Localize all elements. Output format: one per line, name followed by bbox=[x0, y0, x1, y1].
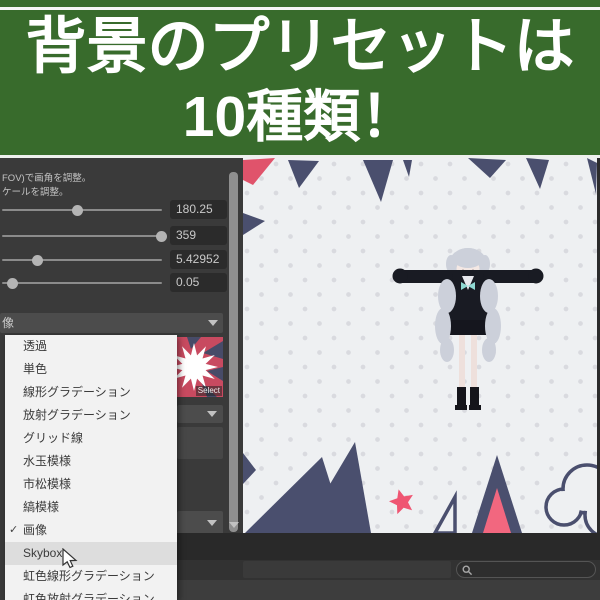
scale-slider[interactable] bbox=[2, 254, 162, 266]
help-text-scale: ケールを調整。 bbox=[2, 187, 69, 198]
toolbar-field[interactable] bbox=[243, 561, 451, 578]
menu-item-rainbow-radial-gradient[interactable]: 虹色放射グラデーション bbox=[5, 588, 177, 600]
rotation-slider[interactable] bbox=[2, 230, 167, 242]
navy-triangle bbox=[243, 453, 256, 484]
search-icon bbox=[462, 565, 473, 576]
menu-item-label: 画像 bbox=[23, 523, 48, 537]
panel-box bbox=[177, 427, 223, 459]
navy-triangle bbox=[363, 160, 393, 202]
navy-triangle bbox=[468, 158, 506, 178]
secondary-dropdown[interactable] bbox=[177, 405, 223, 423]
tertiary-dropdown[interactable] bbox=[177, 511, 223, 535]
banner-top-line bbox=[0, 7, 600, 10]
cloud-outline bbox=[544, 463, 597, 533]
mouse-cursor-icon bbox=[62, 548, 78, 569]
rotation-value-field[interactable]: 359 bbox=[170, 226, 227, 245]
chevron-down-icon bbox=[207, 520, 217, 526]
banner-title-line2: 10種類！ bbox=[182, 85, 418, 149]
background-type-dropdown[interactable]: 像 bbox=[0, 313, 223, 333]
fov-value-field[interactable]: 180.25 bbox=[170, 200, 227, 219]
pink-triangle bbox=[243, 158, 275, 185]
chevron-down-icon bbox=[208, 320, 218, 326]
menu-item-skybox[interactable]: Skybox bbox=[5, 542, 177, 565]
scale-value-field[interactable]: 5.42952 bbox=[170, 250, 227, 269]
menu-item-image[interactable]: ✓ 画像 bbox=[5, 519, 177, 542]
checkmark-icon: ✓ bbox=[9, 524, 19, 536]
navy-triangle bbox=[587, 158, 597, 194]
scroll-down-chevron-icon[interactable] bbox=[229, 522, 239, 528]
help-text-fov: FOV)で画角を調整。 bbox=[2, 173, 92, 184]
background-decorations bbox=[243, 158, 597, 533]
menu-item-rainbow-linear-gradient[interactable]: 虹色線形グラデーション bbox=[5, 565, 177, 588]
fov-slider-thumb[interactable] bbox=[72, 204, 83, 216]
fov-slider[interactable] bbox=[2, 204, 162, 216]
app-window: FOV)で画角を調整。 ケールを調整。 180.25 359 5.42952 0… bbox=[0, 158, 600, 600]
menu-item-polka-dot[interactable]: 水玉模様 bbox=[5, 450, 177, 473]
menu-item-solid-color[interactable]: 単色 bbox=[5, 358, 177, 381]
menu-item-linear-gradient[interactable]: 線形グラデーション bbox=[5, 381, 177, 404]
navy-triangle bbox=[526, 158, 549, 189]
bottom-status-bar bbox=[177, 580, 600, 600]
offset-slider[interactable] bbox=[2, 277, 162, 289]
scale-slider-thumb[interactable] bbox=[32, 254, 43, 266]
navy-triangle bbox=[403, 160, 412, 177]
menu-item-transparent[interactable]: 透過 bbox=[5, 335, 177, 358]
menu-item-stripes[interactable]: 縞模様 bbox=[5, 496, 177, 519]
pink-star bbox=[389, 489, 413, 515]
banner-title-line1: 背景のプリセットは bbox=[25, 12, 575, 80]
navy-triangle bbox=[243, 213, 265, 235]
menu-item-radial-gradient[interactable]: 放射グラデーション bbox=[5, 404, 177, 427]
outline-triangle bbox=[432, 490, 457, 533]
bottom-dark-bar bbox=[177, 533, 600, 560]
background-preset-menu: 透過 単色 線形グラデーション 放射グラデーション グリッド線 水玉模様 市松模… bbox=[5, 335, 177, 600]
offset-slider-thumb[interactable] bbox=[7, 277, 18, 289]
offset-value-field[interactable]: 0.05 bbox=[170, 273, 227, 292]
search-input[interactable] bbox=[456, 561, 596, 578]
panel-scrollbar[interactable] bbox=[229, 172, 238, 532]
background-type-label: 像 bbox=[2, 316, 15, 330]
menu-item-grid-lines[interactable]: グリッド線 bbox=[5, 427, 177, 450]
rotation-slider-thumb[interactable] bbox=[156, 230, 167, 242]
navy-triangle bbox=[288, 160, 319, 188]
character-model bbox=[392, 248, 544, 410]
title-banner: 背景のプリセットは 10種類！ bbox=[0, 0, 600, 155]
chevron-down-icon bbox=[207, 411, 217, 417]
scene-viewport bbox=[243, 158, 597, 533]
background-image-thumbnail[interactable]: Select bbox=[177, 337, 223, 397]
select-button[interactable]: Select bbox=[195, 386, 222, 396]
menu-item-checkered[interactable]: 市松模様 bbox=[5, 473, 177, 496]
